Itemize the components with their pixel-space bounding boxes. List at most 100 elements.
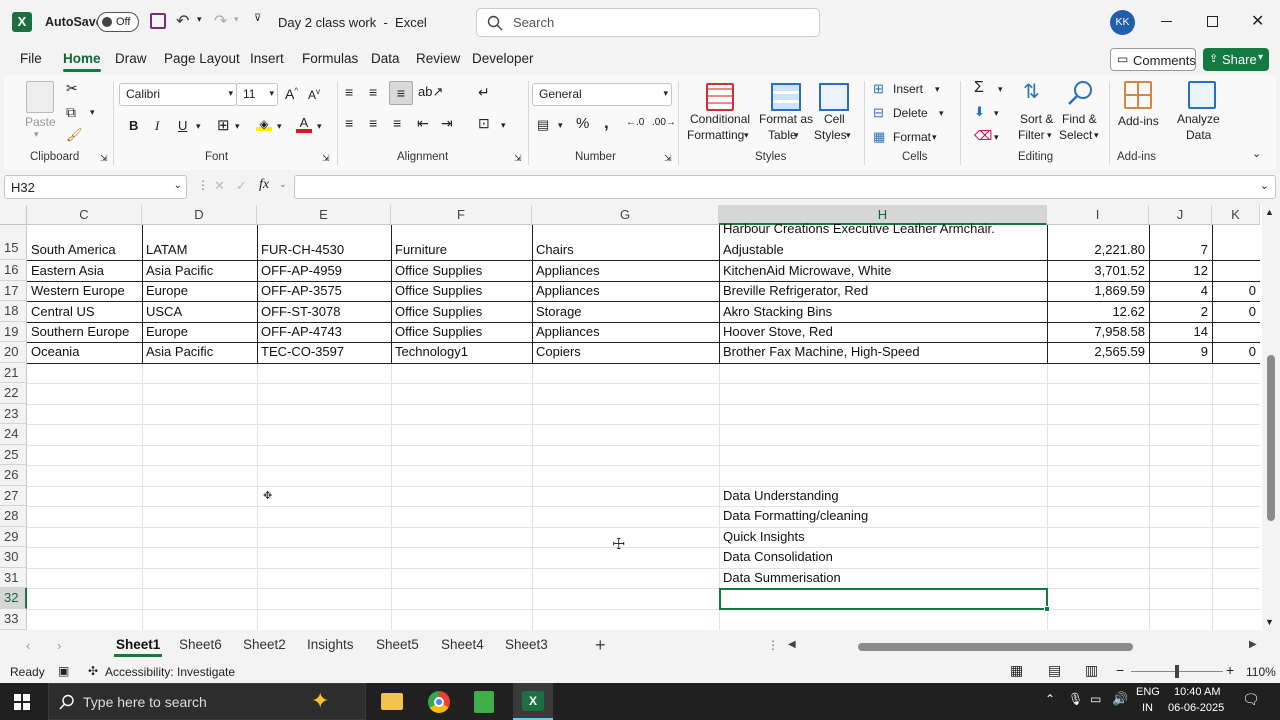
cell-g19[interactable]: Appliances	[532, 322, 719, 342]
tab-sheet3[interactable]: Sheet3	[505, 637, 548, 652]
row-header-20[interactable]: 20	[0, 342, 27, 363]
conditional-dropdown-icon[interactable]: ▾	[744, 130, 749, 141]
cell-e19[interactable]: OFF-AP-4743	[257, 322, 391, 342]
cell-i19[interactable]: 7,958.58	[1047, 322, 1149, 342]
row-header-21[interactable]: 21	[0, 363, 27, 383]
format-cells-icon[interactable]: ▦	[873, 129, 885, 145]
tab-sheet6[interactable]: Sheet6	[179, 637, 222, 652]
language-line2[interactable]: IN	[1142, 702, 1153, 714]
cell-h17[interactable]: Breville Refrigerator, Red	[719, 281, 1047, 301]
cell-styles-icon[interactable]	[819, 83, 849, 111]
zoom-out-icon[interactable]: −	[1116, 662, 1124, 678]
align-right-icon[interactable]: ≡	[393, 115, 401, 131]
font-launcher-icon[interactable]: ⇲	[322, 153, 330, 164]
align-left-icon[interactable]: ≡	[345, 115, 353, 131]
row-header-31[interactable]: 31	[0, 568, 27, 588]
cell-f15[interactable]: Furniture	[391, 240, 532, 260]
bold-button[interactable]: B	[129, 118, 138, 133]
row-header-15[interactable]: 15	[0, 225, 27, 260]
borders-dropdown-icon[interactable]: ▾	[235, 121, 240, 132]
file-explorer-icon[interactable]	[381, 693, 403, 710]
cell-k20[interactable]: 0	[1212, 342, 1260, 362]
cell-styles-dropdown-icon[interactable]: ▾	[846, 130, 851, 141]
prev-sheet-icon[interactable]: ‹	[26, 638, 30, 653]
find-select-line2[interactable]: Select	[1059, 128, 1092, 142]
taskbar-search-box[interactable]: Type here to search ✦	[48, 683, 366, 720]
autosave-toggle[interactable]: Off	[97, 12, 139, 32]
minimize-icon[interactable]	[1161, 21, 1172, 22]
format-as-table-line1[interactable]: Format as	[759, 112, 813, 126]
name-box[interactable]: H32 ⌄	[4, 175, 187, 199]
cell-h18[interactable]: Akro Stacking Bins	[719, 302, 1047, 322]
undo-icon[interactable]: ↶	[176, 11, 189, 31]
format-painter-icon[interactable]: 🖌	[66, 127, 83, 143]
analyze-data-icon[interactable]	[1188, 81, 1216, 109]
number-launcher-icon[interactable]: ⇲	[664, 153, 672, 164]
autosum-dropdown-icon[interactable]: ▾	[998, 84, 1003, 95]
sort-filter-line1[interactable]: Sort &	[1020, 112, 1053, 126]
menu-home[interactable]: Home	[63, 51, 101, 72]
cell-j19[interactable]: 14	[1149, 322, 1212, 342]
cell-i18[interactable]: 12.62	[1047, 302, 1149, 322]
align-top-icon[interactable]: ≡	[345, 84, 353, 100]
share-button[interactable]: ⇪ Share ▾	[1203, 48, 1269, 71]
row-header-23[interactable]: 23	[0, 404, 27, 424]
notification-icon[interactable]: 🗨	[1242, 691, 1260, 708]
tab-split-handle-icon[interactable]: ⋮	[767, 638, 779, 652]
cell-c15[interactable]: South America	[27, 240, 142, 260]
cell-styles-line1[interactable]: Cell	[824, 112, 845, 126]
tab-sheet1[interactable]: Sheet1	[113, 637, 163, 657]
column-header-c[interactable]: C	[27, 205, 142, 225]
zoom-level[interactable]: 110%	[1246, 665, 1276, 679]
comments-button[interactable]: ▭ Comments	[1110, 48, 1196, 71]
row-header-17[interactable]: 17	[0, 281, 27, 301]
cell-c19[interactable]: Southern Europe	[27, 322, 142, 342]
delete-cells-icon[interactable]: ⊟	[873, 105, 884, 121]
insert-function-icon[interactable]: fx	[259, 177, 269, 193]
copy-icon[interactable]: ⧉	[66, 104, 76, 121]
network-icon[interactable]: ▭	[1090, 692, 1101, 706]
cell-i20[interactable]: 2,565.59	[1047, 342, 1149, 362]
addins-icon[interactable]	[1124, 81, 1152, 109]
scroll-right-icon[interactable]: ▶	[1249, 639, 1257, 650]
cell-h31[interactable]: Data Summerisation	[719, 568, 1047, 588]
cell-h15-line1[interactable]: Harbour Creations Executive Leather Armc…	[719, 219, 1047, 233]
cell-f18[interactable]: Office Supplies	[391, 302, 532, 322]
microphone-icon[interactable]: 🎙	[1068, 692, 1083, 706]
menu-developer[interactable]: Developer	[472, 51, 534, 66]
redo-dropdown-icon[interactable]: ▾	[234, 14, 239, 25]
format-table-dropdown-icon[interactable]: ▾	[794, 130, 799, 141]
vertical-scroll-thumb[interactable]	[1267, 355, 1275, 521]
orientation-icon[interactable]: ab↗	[418, 84, 443, 100]
clock-time[interactable]: 10:40 AM	[1174, 686, 1220, 698]
paste-icon[interactable]	[26, 81, 54, 113]
zoom-in-icon[interactable]: +	[1226, 662, 1234, 678]
menu-page-layout[interactable]: Page Layout	[164, 51, 240, 66]
cell-f19[interactable]: Office Supplies	[391, 322, 532, 342]
customize-qat-icon[interactable]: ⊽	[254, 13, 261, 24]
cell-e17[interactable]: OFF-AP-3575	[257, 281, 391, 301]
font-size-select[interactable]: 11 ▾	[236, 83, 278, 106]
cell-e20[interactable]: TEC-CO-3597	[257, 342, 391, 362]
formula-input[interactable]: ⌄	[294, 175, 1276, 199]
fill-color-icon[interactable]: ◈	[256, 117, 272, 131]
borders-icon[interactable]: ⊞	[217, 116, 230, 134]
page-layout-view-icon[interactable]: ▤	[1048, 662, 1061, 679]
cell-h29[interactable]: Quick Insights	[719, 527, 1047, 547]
chrome-icon[interactable]	[428, 691, 450, 713]
clear-dropdown-icon[interactable]: ▾	[994, 132, 999, 143]
scroll-left-icon[interactable]: ◀	[788, 639, 796, 650]
cell-j20[interactable]: 9	[1149, 342, 1212, 362]
paste-label[interactable]: Paste	[25, 115, 56, 129]
clear-icon[interactable]: ⌫	[974, 128, 992, 144]
insert-cells-icon[interactable]: ⊞	[873, 81, 884, 97]
menu-draw[interactable]: Draw	[115, 51, 147, 66]
format-as-table-line2[interactable]: Table	[768, 128, 797, 142]
align-center-icon[interactable]: ≡	[369, 115, 377, 131]
cell-h20[interactable]: Brother Fax Machine, High-Speed	[719, 342, 1047, 362]
page-break-view-icon[interactable]: ▥	[1085, 662, 1098, 679]
clipboard-launcher-icon[interactable]: ⇲	[100, 153, 108, 164]
windows-start-icon[interactable]	[14, 694, 30, 710]
conditional-formatting-icon[interactable]	[706, 83, 734, 111]
column-header-i[interactable]: I	[1047, 205, 1149, 225]
